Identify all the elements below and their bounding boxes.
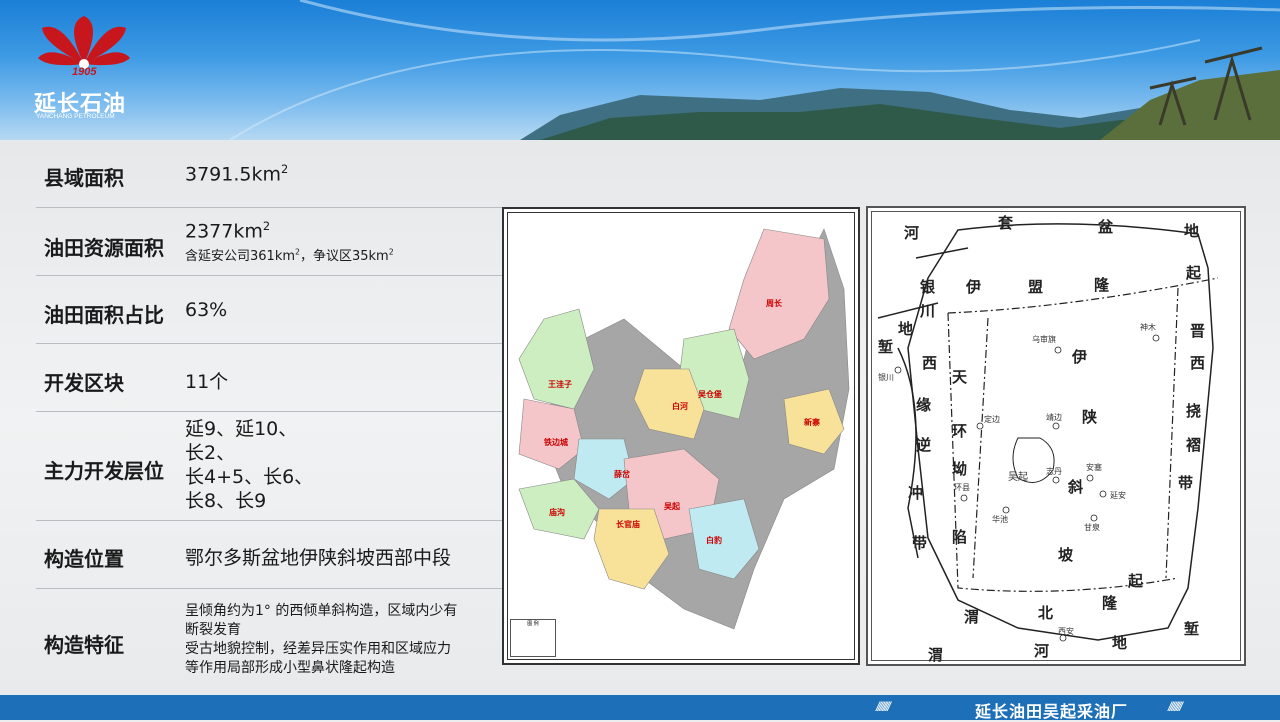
map-city-label: 吴起 [1008, 472, 1028, 483]
map-label-wangwazi: 王洼子 [548, 380, 572, 389]
map-region-label: 堑 [878, 338, 894, 356]
map-region-label: 西 [922, 354, 938, 372]
map-region-label: 河 [1034, 642, 1050, 660]
map-region-label: 堑 [1184, 620, 1200, 638]
map-region-label: 环 [952, 422, 968, 440]
map-region-label: 盆 [1098, 218, 1114, 236]
footer-bar: //////// 延长油田吴起采油厂 //////// [0, 695, 1280, 721]
map-region-label: 地 [1184, 222, 1200, 240]
map-region-label: 带 [1178, 474, 1194, 492]
map-label-zhouchang: 周长 [766, 299, 782, 308]
footer-title: 延长油田吴起采油厂 [975, 702, 1129, 721]
brand-logo: 1905 延长石油 YANCHANG PETROLEUM [34, 14, 144, 124]
map-region-label: 北 [1038, 604, 1054, 622]
row-value: 鄂尔多斯盆地伊陕斜坡西部中段 [185, 547, 452, 569]
map-region-label: 套 [998, 214, 1014, 232]
map-region-label: 地 [898, 320, 914, 338]
row-label: 油田资源面积 [44, 236, 164, 260]
map-region-label: 川 [920, 302, 936, 320]
logo-name-en: YANCHANG PETROLEUM [36, 113, 115, 120]
info-row-structure-location: 构造位置 鄂尔多斯盆地伊陕斜坡西部中段 [36, 520, 502, 589]
map-region-label: 盟 [1028, 278, 1044, 296]
map-region-label: 缘 [916, 396, 932, 414]
row-value: 11个 [185, 371, 229, 393]
header-banner: 1905 延长石油 YANCHANG PETROLEUM [0, 0, 1280, 140]
map-city-label: 乌审旗 [1032, 335, 1056, 344]
map-region-label: 隆 [1094, 276, 1110, 294]
map-label-tiebiancheng: 铁边城 [544, 438, 568, 447]
map-city-label: 延安 [1110, 491, 1126, 500]
map-region-label: 河 [904, 224, 920, 242]
row-label: 油田面积占比 [44, 303, 164, 327]
info-row-structure-features: 构造特征 呈倾角约为1° 的西倾单斜构造，区域内少有 断裂发育 受古地貌控制，经… [36, 588, 502, 695]
map-region-label: 褶 [1186, 436, 1202, 454]
row-label: 主力开发层位 [44, 459, 164, 483]
footer-stripes-right: //////// [1168, 699, 1183, 714]
row-value: 63% [185, 299, 228, 321]
map-region-label: 陷 [952, 528, 968, 546]
basin-structure-map: 河 套 盆 地 起 伊 盟 隆 银 川 地 堑 西 缘 逆 冲 带 天 环 坳 … [866, 206, 1246, 666]
row-label: 县域面积 [44, 166, 124, 190]
map-region-label: 冲 [908, 484, 924, 502]
map-region-label: 坳 [952, 460, 968, 478]
map-region-label: 渭 [928, 646, 944, 664]
row-value: 2377km2 [185, 219, 271, 243]
row-value: 3791.5km2 [185, 162, 289, 186]
map-region-label: 坡 [1058, 546, 1074, 564]
map-region-label: 斜 [1068, 478, 1084, 496]
map-label-xinzhai: 新寨 [804, 418, 820, 427]
map-region-label: 逆 [916, 436, 932, 454]
info-row-main-layers: 主力开发层位 延9、延10、 长2、 长4+5、长6、 长8、长9 [36, 411, 502, 521]
map-label-baibao: 白豹 [706, 536, 722, 545]
map-region-label: 陕 [1082, 408, 1098, 426]
footer-stripes-left: //////// [876, 699, 891, 714]
map-city-label: 银川 [878, 373, 894, 382]
county-map-drawing [518, 228, 850, 630]
info-row-county-area: 县域面积 3791.5km2 [36, 140, 502, 208]
map-label-wuqi: 吴起 [664, 502, 680, 511]
info-row-area-ratio: 油田面积占比 63% [36, 275, 502, 344]
map-region-label: 带 [912, 534, 928, 552]
map-label-miaogou: 庙沟 [549, 508, 565, 517]
info-row-oilfield-area: 油田资源面积 2377km2 含延安公司361km2，争议区35km2 [36, 207, 502, 276]
row-label: 构造特征 [44, 633, 124, 657]
row-value-lines: 呈倾角约为1° 的西倾单斜构造，区域内少有 断裂发育 受古地貌控制，经差异压实作… [185, 603, 458, 676]
map-city-label: 环县 [954, 483, 970, 492]
map-region-label: 西 [1190, 354, 1206, 372]
logo-year: 1905 [72, 66, 97, 78]
map-city-label: 神木 [1140, 323, 1156, 332]
map-city-label: 甘泉 [1084, 523, 1100, 532]
map-region-label: 隆 [1102, 594, 1118, 612]
map-city-label: 定边 [984, 415, 1000, 424]
county-map: 周长 王洼子 吴仓堡 白河 铁边城 薛岔 庙沟 长官庙 吴起 白豹 新寨 图 例 [502, 207, 860, 665]
row-label: 构造位置 [44, 547, 124, 571]
row-label: 开发区块 [44, 371, 124, 395]
map-region-label: 伊 [1072, 348, 1088, 366]
info-row-blocks: 开发区块 11个 [36, 343, 502, 412]
map-city-label: 西安 [1058, 627, 1074, 636]
map-region-label: 起 [1128, 572, 1144, 590]
map-label-xuecha: 薛岔 [614, 470, 630, 479]
map-region-label: 起 [1186, 264, 1202, 282]
map-region-label: 挠 [1186, 402, 1202, 420]
map-city-label: 安塞 [1086, 463, 1102, 472]
map-region-label: 伊 [966, 278, 982, 296]
map-city-label: 靖边 [1046, 413, 1062, 422]
map-region-label: 天 [952, 368, 968, 386]
map-region-label: 地 [1112, 634, 1128, 652]
map-city-label: 志丹 [1046, 467, 1062, 476]
petal-logo-icon [38, 16, 130, 69]
header-landscape [229, 0, 1280, 140]
row-note: 含延安公司361km2，争议区35km2 [185, 247, 394, 264]
map-city-label: 华池 [992, 515, 1008, 524]
map-region-label: 晋 [1190, 322, 1206, 340]
map-label-wucangbao: 吴仓堡 [698, 390, 722, 399]
map-label-changguanmiao: 长官庙 [616, 520, 640, 529]
map-region-label: 渭 [964, 608, 980, 626]
row-value-lines: 延9、延10、 长2、 长4+5、长6、 长8、长9 [185, 418, 314, 512]
map-legend: 图 例 [510, 619, 556, 657]
map-region-label: 银 [920, 278, 936, 296]
map-label-baihe: 白河 [672, 402, 688, 411]
